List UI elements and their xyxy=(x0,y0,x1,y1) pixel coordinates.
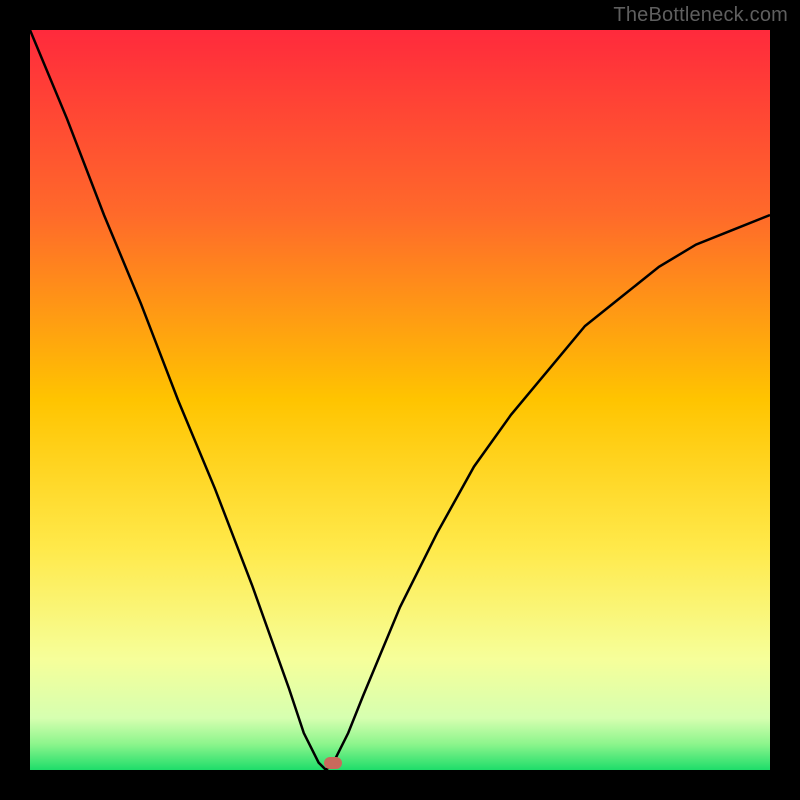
plot-area xyxy=(30,30,770,770)
gradient-background xyxy=(30,30,770,770)
plot-svg xyxy=(30,30,770,770)
optimal-point-marker xyxy=(324,757,342,769)
chart-frame: TheBottleneck.com xyxy=(0,0,800,800)
watermark-text: TheBottleneck.com xyxy=(613,4,788,27)
